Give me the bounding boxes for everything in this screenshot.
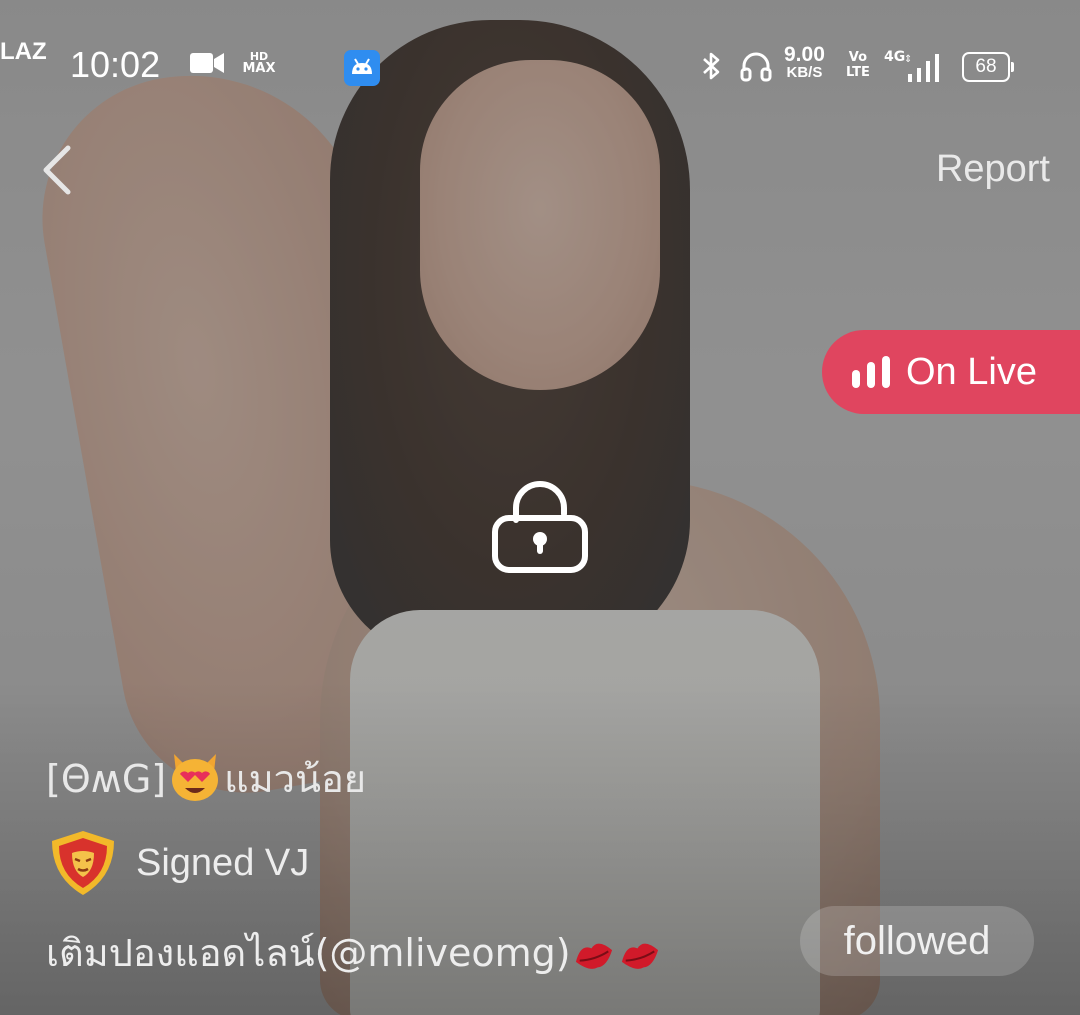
vj-name-prefix: [ΘʍG]	[46, 757, 167, 801]
bluetooth-icon	[703, 52, 720, 80]
unlock-icon[interactable]	[490, 478, 590, 574]
laz-icon: LAZ	[0, 38, 47, 65]
kiss-lips-emoji	[575, 943, 612, 969]
back-button[interactable]	[34, 140, 84, 200]
bio-text: เติมปองแอดไลน์(@mliveomg)	[46, 931, 571, 975]
status-time: 10:02	[70, 44, 161, 85]
heart-eyes-cat-emoji	[172, 754, 219, 801]
signed-vj-badge: Signed VJ	[48, 828, 309, 898]
on-live-badge[interactable]: On Live	[822, 330, 1080, 414]
battery-level: 68	[975, 56, 997, 77]
badge-label: Signed VJ	[136, 841, 310, 884]
on-live-label: On Live	[906, 350, 1037, 393]
followed-button[interactable]: followed	[800, 906, 1034, 976]
vj-name: [ΘʍG] แมวน้อย	[46, 748, 366, 809]
headset-icon	[740, 52, 772, 82]
volte-bottom: LTE	[846, 65, 870, 80]
speed-value: 9.00	[784, 43, 825, 66]
network-speed: 9.00 KB/S	[784, 43, 825, 82]
chevron-left-icon	[43, 145, 71, 195]
volte-top: Vo	[848, 50, 868, 65]
vj-name-suffix: แมวน้อย	[224, 757, 367, 801]
speed-unit: KB/S	[786, 64, 823, 81]
hd-max-bottom: MAX	[242, 61, 276, 76]
network-type: 4G	[884, 49, 906, 65]
status-bar: 10:02 HD MAX LAZ 9.00 KB/S Vo LTE 4G ⇕ 6…	[0, 38, 1080, 98]
video-icon	[190, 53, 224, 73]
battery-icon: 68	[962, 52, 1014, 82]
hd-max-icon: HD MAX	[242, 51, 276, 82]
shield-mask-icon	[52, 831, 114, 895]
svg-text:⇕: ⇕	[904, 54, 912, 65]
vj-bio: เติมปองแอดไลน์(@mliveomg)	[46, 922, 663, 983]
android-app-icon	[344, 50, 380, 86]
live-bars-icon	[852, 356, 890, 388]
volte-indicator: Vo LTE	[846, 50, 870, 80]
kiss-lips-emoji	[621, 943, 658, 969]
report-button[interactable]: Report	[936, 148, 1050, 191]
signal-icon: ⇕	[904, 54, 939, 82]
